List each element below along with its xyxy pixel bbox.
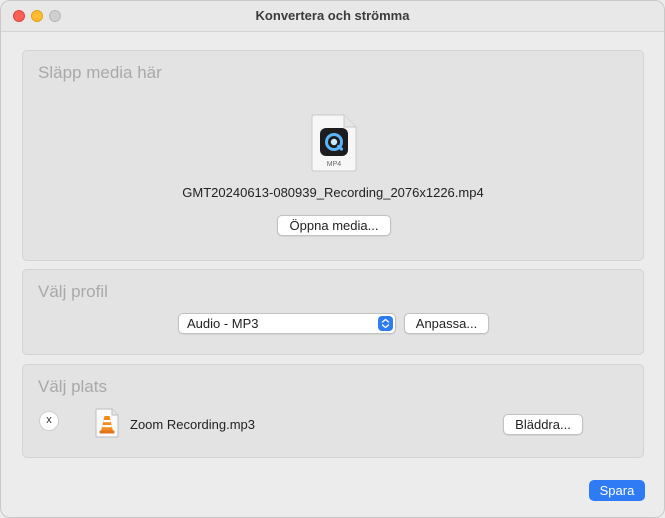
drop-media-panel[interactable]: Släpp media här MP4 GMT20240613-080939_R… (22, 50, 644, 261)
vlc-file-icon (95, 408, 119, 438)
destination-title: Välj plats (38, 377, 107, 396)
remove-destination-button[interactable]: x (39, 411, 59, 431)
source-filename: GMT20240613-080939_Recording_2076x1226.m… (182, 185, 484, 200)
profile-selected-value: Audio - MP3 (187, 316, 259, 331)
title-bar[interactable]: Konvertera och strömma (1, 1, 664, 32)
window-title: Konvertera och strömma (255, 8, 410, 23)
destination-filename: Zoom Recording.mp3 (130, 417, 255, 432)
browse-button[interactable]: Bläddra... (503, 414, 583, 435)
save-button[interactable]: Spara (589, 480, 645, 501)
open-media-button[interactable]: Öppna media... (277, 215, 391, 236)
convert-stream-window: Konvertera och strömma Släpp media här M… (0, 0, 665, 518)
customize-profile-button[interactable]: Anpassa... (404, 313, 489, 334)
profile-title: Välj profil (38, 282, 108, 301)
chevron-updown-icon (378, 316, 393, 331)
quicktime-file-icon: MP4 (311, 114, 357, 172)
file-type-label: MP4 (327, 161, 342, 168)
drop-media-title: Släpp media här (38, 63, 162, 82)
destination-panel: Välj plats x Zoom Recording.mp3 Bläddra.… (22, 364, 644, 458)
profile-panel: Välj profil Audio - MP3 Anpassa... (22, 269, 644, 355)
profile-select[interactable]: Audio - MP3 (178, 313, 396, 334)
